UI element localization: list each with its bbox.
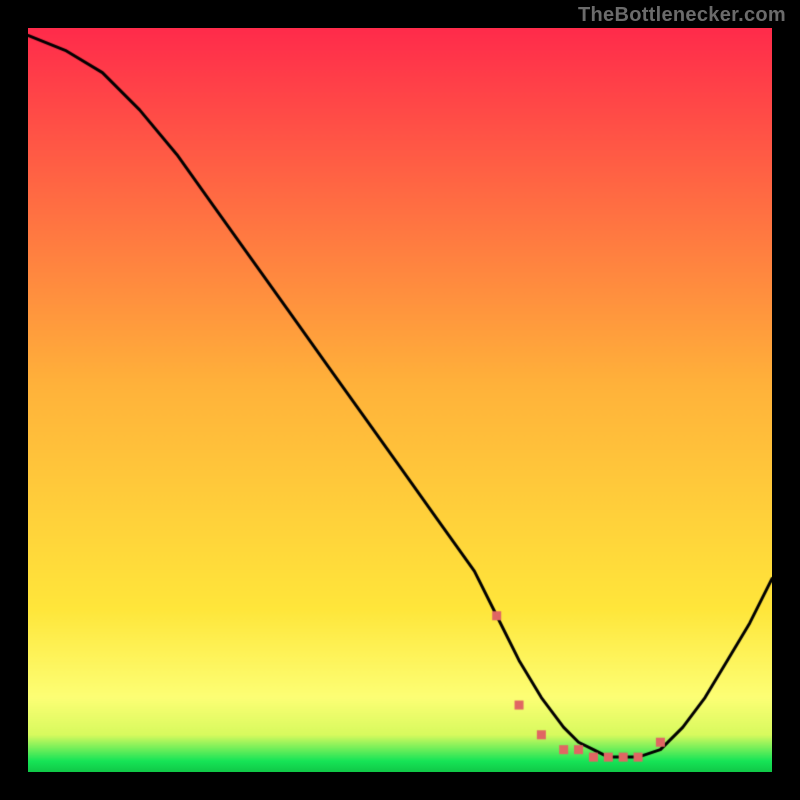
chart-container: TheBottlenecker.com xyxy=(0,0,800,800)
plot-area xyxy=(28,28,772,772)
curve-layer xyxy=(28,28,772,772)
attribution-text: TheBottlenecker.com xyxy=(578,4,786,27)
